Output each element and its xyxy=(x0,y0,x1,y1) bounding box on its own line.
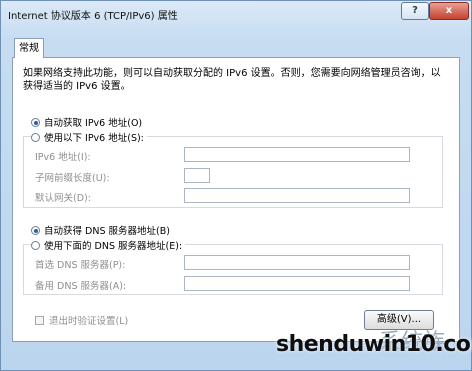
preferred-dns-input[interactable] xyxy=(184,255,410,270)
auto-ipv6-radio[interactable] xyxy=(31,118,40,127)
alternate-dns-label: 备用 DNS 服务器(A): xyxy=(35,281,127,292)
manual-ipv6-label: 使用以下 IPv6 地址(S): xyxy=(44,133,144,144)
manual-dns-option[interactable]: 使用下面的 DNS 服务器地址(E): xyxy=(31,238,186,252)
auto-dns-radio[interactable] xyxy=(31,226,40,235)
watermark-text: shenduwin10.com xyxy=(276,332,472,357)
close-button[interactable]: x xyxy=(429,2,469,20)
ipv6-address-input[interactable] xyxy=(184,147,410,162)
auto-ipv6-label: 自动获取 IPv6 地址(O) xyxy=(44,118,143,129)
help-button[interactable]: ? xyxy=(401,2,429,20)
subnet-prefix-label: 子网前缀长度(U): xyxy=(35,173,110,184)
auto-dns-option[interactable]: 自动获得 DNS 服务器地址(B) xyxy=(31,223,170,237)
auto-dns-label: 自动获得 DNS 服务器地址(B) xyxy=(44,226,170,237)
auto-ipv6-option[interactable]: 自动获取 IPv6 地址(O) xyxy=(31,115,142,129)
manual-dns-radio[interactable] xyxy=(31,241,40,250)
validate-label: 退出时验证设置(L) xyxy=(49,316,129,327)
description-text: 如果网络支持此功能，则可以自动获取分配的 IPv6 设置。否则，您需要向网络管理… xyxy=(23,68,441,92)
manual-ipv6-radio[interactable] xyxy=(31,133,40,142)
manual-ipv6-option[interactable]: 使用以下 IPv6 地址(S): xyxy=(31,130,147,144)
validate-checkbox[interactable] xyxy=(35,316,44,325)
alternate-dns-input[interactable] xyxy=(184,276,410,291)
window-title: Internet 协议版本 6 (TCP/IPv6) 属性 xyxy=(8,11,178,22)
subnet-prefix-input[interactable] xyxy=(184,168,210,183)
manual-dns-label: 使用下面的 DNS 服务器地址(E): xyxy=(44,241,183,252)
validate-option[interactable]: 退出时验证设置(L) xyxy=(35,313,128,327)
ipv6-address-label: IPv6 地址(I): xyxy=(35,152,91,163)
ipv6-properties-dialog: Internet 协议版本 6 (TCP/IPv6) 属性 ? x 常规 如果网… xyxy=(0,0,472,371)
tab-general[interactable]: 常规 xyxy=(14,38,44,58)
default-gateway-input[interactable] xyxy=(184,188,410,203)
preferred-dns-label: 首选 DNS 服务器(P): xyxy=(35,260,126,271)
default-gateway-label: 默认网关(D): xyxy=(35,193,91,204)
title-bar: Internet 协议版本 6 (TCP/IPv6) 属性 ? x xyxy=(1,1,471,27)
